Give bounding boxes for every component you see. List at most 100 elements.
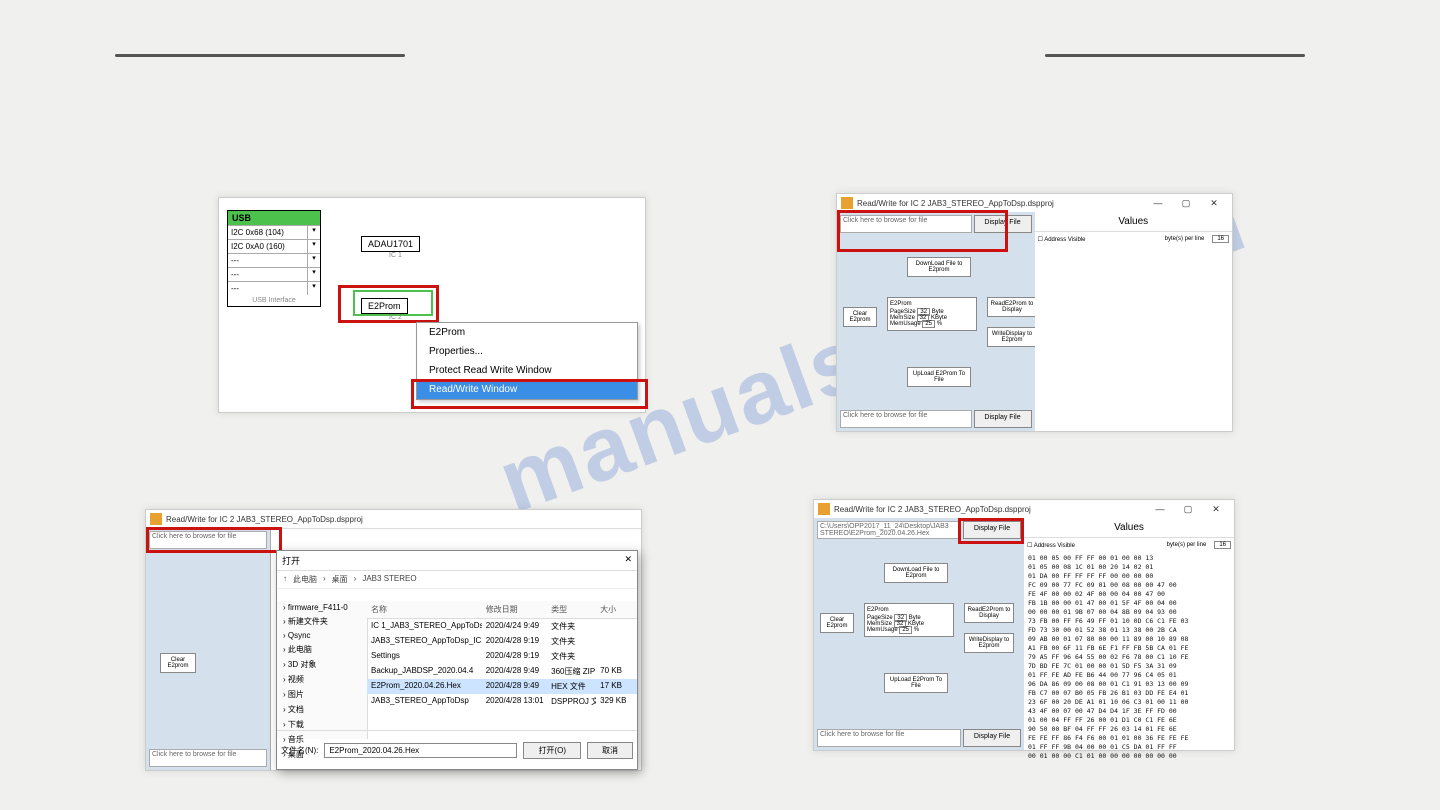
chevron-down-icon[interactable]: ▾ bbox=[308, 254, 320, 267]
chevron-down-icon[interactable]: ▾ bbox=[308, 282, 320, 295]
window-title: Read/Write for IC 2 JAB3_STEREO_AppToDsp… bbox=[166, 515, 637, 524]
column-header[interactable]: 大小 bbox=[596, 601, 637, 618]
breadcrumb-segment[interactable]: › bbox=[323, 574, 326, 585]
sidebar-item[interactable]: › Qsync bbox=[277, 629, 367, 642]
display-file-button-bottom[interactable]: Display File bbox=[974, 410, 1032, 428]
file-row[interactable]: E2Prom_2020.04.26.Hex2020/4/28 9:49HEX 文… bbox=[367, 679, 637, 694]
usb-header: USB bbox=[228, 211, 320, 225]
app-icon bbox=[150, 513, 162, 525]
flow-node[interactable]: WriteDisplay to E2prom bbox=[964, 633, 1014, 653]
path-display[interactable]: C:\Users\OPP2017_11_24\Desktop\JAB3 STER… bbox=[817, 521, 961, 539]
hex-display: 01 00 05 00 FF FF 00 01 00 00 13 01 05 0… bbox=[1024, 552, 1234, 763]
sidebar-item[interactable]: › firmware_F411-0 bbox=[277, 601, 367, 614]
file-row[interactable]: JAB3_STEREO_AppToDsp_IC 22020/4/28 9:19文… bbox=[367, 634, 637, 649]
flow-node[interactable]: ReadE2Prom to Display bbox=[964, 603, 1014, 623]
red-highlight-e2prom bbox=[338, 285, 439, 323]
values-heading: Values bbox=[1035, 212, 1233, 232]
red-highlight-display bbox=[958, 518, 1024, 544]
flow-panel: Click here to browse for file Display Fi… bbox=[837, 212, 1036, 431]
sidebar-item[interactable]: › 文档 bbox=[277, 702, 367, 717]
sidebar[interactable]: › firmware_F411-0› 新建文件夹› Qsync› 此电脑› 3D… bbox=[277, 601, 368, 739]
bytes-per-line-value[interactable]: 16 bbox=[1212, 235, 1229, 243]
bytes-per-line-label: byte(s) per line bbox=[1167, 542, 1207, 548]
flow-node[interactable]: ReadE2Prom to Display bbox=[987, 297, 1037, 317]
usb-address-cell[interactable]: --- bbox=[228, 282, 308, 295]
breadcrumb-segment[interactable]: 桌面 bbox=[332, 574, 348, 585]
clear-e2prom-node[interactable]: Clear E2prom bbox=[160, 653, 196, 673]
address-visible-checkbox[interactable]: ☐ Address Visible bbox=[1027, 542, 1075, 549]
file-row[interactable]: JAB3_STEREO_AppToDsp2020/4/28 13:01DSPPR… bbox=[367, 694, 637, 709]
cancel-button[interactable]: 取消 bbox=[587, 742, 633, 759]
usb-address-cell[interactable]: --- bbox=[228, 254, 308, 267]
open-button[interactable]: 打开(O) bbox=[523, 742, 581, 759]
dialog-close-button[interactable]: ✕ bbox=[624, 554, 632, 567]
flow-node[interactable]: WriteDisplay to E2prom bbox=[987, 327, 1037, 347]
screenshot-1: USB I2C 0x68 (104)▾I2C 0xA0 (160)▾---▾--… bbox=[218, 197, 646, 413]
display-file-button-bottom[interactable]: Display File bbox=[963, 729, 1021, 747]
sidebar-item[interactable]: › 此电脑 bbox=[277, 642, 367, 657]
file-row[interactable]: Settings2020/4/28 9:19文件夹 bbox=[367, 649, 637, 664]
context-menu-item[interactable]: E2Prom bbox=[417, 323, 637, 342]
red-highlight-menu-item bbox=[411, 379, 648, 409]
context-menu-item[interactable]: Properties... bbox=[417, 342, 637, 361]
min-button[interactable]: — bbox=[1146, 504, 1174, 514]
browse-input-bottom[interactable]: Click here to browse for file bbox=[840, 410, 972, 428]
file-row[interactable]: IC 1_JAB3_STEREO_AppToDsp2020/4/24 9:49文… bbox=[367, 619, 637, 634]
chevron-down-icon[interactable]: ▾ bbox=[308, 240, 320, 253]
file-list[interactable]: 名称修改日期类型大小 IC 1_JAB3_STEREO_AppToDsp2020… bbox=[367, 601, 637, 739]
breadcrumb-segment[interactable]: ↑ bbox=[283, 574, 287, 585]
column-header[interactable]: 名称 bbox=[367, 601, 482, 618]
close-button[interactable]: ✕ bbox=[1202, 504, 1230, 515]
max-button[interactable]: ▢ bbox=[1172, 198, 1200, 209]
flow-node[interactable]: Clear E2prom bbox=[843, 307, 877, 327]
context-menu-item[interactable]: Protect Read Write Window bbox=[417, 361, 637, 380]
usb-interface-block[interactable]: USB I2C 0x68 (104)▾I2C 0xA0 (160)▾---▾--… bbox=[227, 210, 321, 307]
window-title: Read/Write for IC 2 JAB3_STEREO_AppToDsp… bbox=[834, 505, 1146, 514]
flow-panel: C:\Users\OPP2017_11_24\Desktop\JAB3 STER… bbox=[814, 518, 1025, 750]
values-panel: Values ☐ Address Visible byte(s) per lin… bbox=[1024, 518, 1234, 750]
flow-node[interactable]: UpLoad E2Prom To File bbox=[884, 673, 948, 693]
filename-label: 文件名(N): bbox=[281, 745, 318, 756]
flow-node[interactable]: DownLoad File to E2prom bbox=[907, 257, 971, 277]
filename-input[interactable]: E2Prom_2020.04.26.Hex bbox=[324, 743, 517, 758]
file-row[interactable]: Backup_JABDSP_2020.04.42020/4/28 9:49360… bbox=[367, 664, 637, 679]
usb-address-cell[interactable]: I2C 0xA0 (160) bbox=[228, 240, 308, 253]
sidebar-item[interactable]: › 视频 bbox=[277, 672, 367, 687]
e2prom-settings-node[interactable]: E2PromPageSize 32 ByteMemSize 32 KByteMe… bbox=[864, 603, 954, 637]
screenshot-2: Read/Write for IC 2 JAB3_STEREO_AppToDsp… bbox=[836, 193, 1233, 432]
chevron-down-icon[interactable]: ▾ bbox=[308, 268, 320, 281]
sidebar-item[interactable]: › 新建文件夹 bbox=[277, 614, 367, 629]
usb-address-cell[interactable]: --- bbox=[228, 268, 308, 281]
window-title: Read/Write for IC 2 JAB3_STEREO_AppToDsp… bbox=[857, 199, 1144, 208]
breadcrumb[interactable]: ↑ 此电脑 › 桌面 › JAB3 STEREO bbox=[277, 571, 637, 589]
adau1701-sublabel: IC 1 bbox=[389, 252, 402, 259]
breadcrumb-segment[interactable]: JAB3 STEREO bbox=[362, 574, 416, 585]
address-visible-checkbox[interactable]: ☐ Address Visible bbox=[1038, 236, 1086, 243]
min-button[interactable]: — bbox=[1144, 198, 1172, 208]
max-button[interactable]: ▢ bbox=[1174, 504, 1202, 515]
red-highlight-browse bbox=[837, 210, 1008, 252]
breadcrumb-segment[interactable]: 此电脑 bbox=[293, 574, 317, 585]
flow-node[interactable]: DownLoad File to E2prom bbox=[884, 563, 948, 583]
flow-node[interactable]: Clear E2prom bbox=[820, 613, 854, 633]
flow-node[interactable]: UpLoad E2Prom To File bbox=[907, 367, 971, 387]
decor-line-right bbox=[1045, 54, 1305, 57]
browse-input-bottom[interactable]: Click here to browse for file bbox=[817, 729, 961, 747]
decor-line-left bbox=[115, 54, 405, 57]
bytes-per-line-label: byte(s) per line bbox=[1165, 236, 1205, 242]
close-button[interactable]: ✕ bbox=[1200, 198, 1228, 209]
sidebar-item[interactable]: › 3D 对象 bbox=[277, 657, 367, 672]
flow-panel: Click here to browse for file Clear E2pr… bbox=[146, 528, 271, 770]
adau1701-node[interactable]: ADAU1701 bbox=[361, 236, 420, 252]
column-header[interactable]: 类型 bbox=[547, 601, 596, 618]
screenshot-3: Read/Write for IC 2 JAB3_STEREO_AppToDsp… bbox=[145, 509, 642, 771]
chevron-down-icon[interactable]: ▾ bbox=[308, 226, 320, 239]
e2prom-settings-node[interactable]: E2PromPageSize 32 ByteMemSize 32 KByteMe… bbox=[887, 297, 977, 331]
column-header[interactable]: 修改日期 bbox=[482, 601, 547, 618]
sidebar-item[interactable]: › 图片 bbox=[277, 687, 367, 702]
open-file-dialog[interactable]: 打开✕ ↑此电脑›桌面›JAB3 STEREO › firmware_F411-… bbox=[276, 550, 638, 770]
usb-address-cell[interactable]: I2C 0x68 (104) bbox=[228, 226, 308, 239]
browse-input-bottom[interactable]: Click here to browse for file bbox=[149, 749, 267, 767]
breadcrumb-segment[interactable]: › bbox=[354, 574, 357, 585]
bytes-per-line-value[interactable]: 16 bbox=[1214, 541, 1231, 549]
